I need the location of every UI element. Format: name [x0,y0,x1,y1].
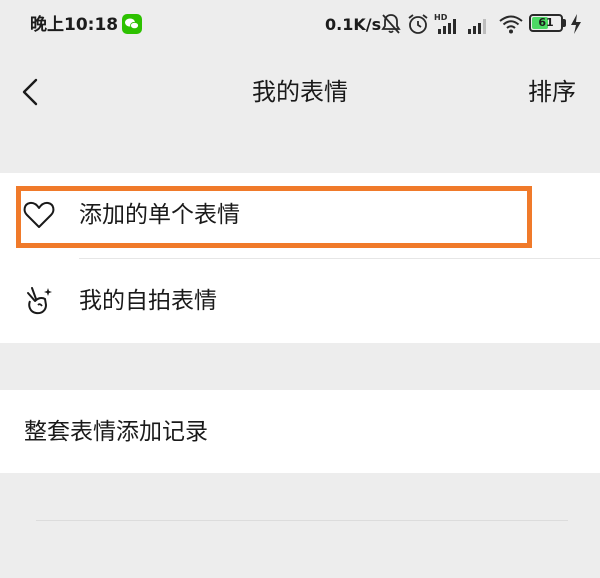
sticker-menu-card: 添加的单个表情 我的自拍表情 [0,173,600,343]
hd-signal-icon: HD [434,13,456,34]
menu-item-label: 整套表情添加记录 [24,419,208,445]
wechat-icon [122,14,142,34]
mute-bell-icon [381,14,401,34]
menu-item-added-stickers[interactable]: 添加的单个表情 [0,173,600,259]
page-title: 我的表情 [252,78,348,106]
network-speed: 0.1K/s [325,15,382,34]
sticker-history-card: 整套表情添加记录 [0,390,600,473]
signal-icon [468,19,486,34]
heart-outline-icon [23,201,55,228]
menu-item-label: 我的自拍表情 [79,288,217,314]
menu-item-label: 添加的单个表情 [79,202,240,228]
wifi-icon [499,15,523,34]
battery-icon: 61 [529,14,563,32]
chevron-left-icon [22,78,38,106]
menu-item-sticker-set-history[interactable]: 整套表情添加记录 [0,390,600,473]
back-button[interactable] [12,72,52,112]
divider [36,520,568,521]
battery-cap [563,19,566,27]
status-time: 晚上10:18 [30,15,119,35]
charging-icon [571,14,581,34]
sort-button[interactable]: 排序 [528,76,576,108]
nav-bar: 我的表情 排序 [0,52,600,132]
peace-hand-icon [27,287,52,315]
battery-level: 61 [538,16,554,29]
svg-text:HD: HD [434,13,448,22]
alarm-icon [408,14,428,34]
status-bar: 晚上10:18 0.1K/s HD 61 [0,0,600,52]
menu-item-selfie-stickers[interactable]: 我的自拍表情 [0,259,600,344]
